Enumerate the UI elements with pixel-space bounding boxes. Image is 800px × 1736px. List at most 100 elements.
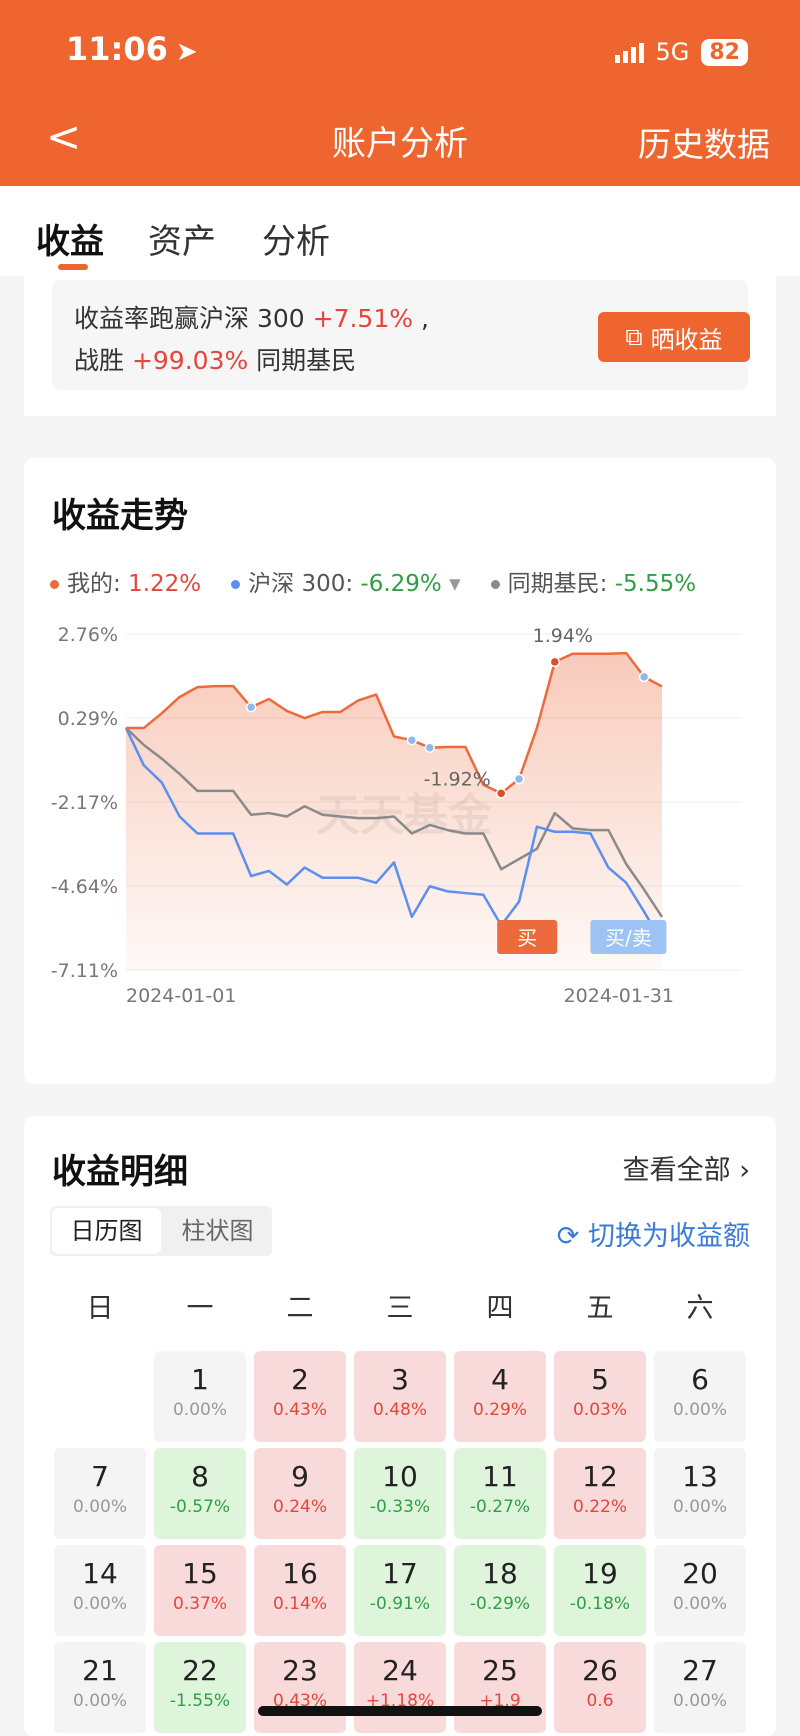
trade-marker [495,788,507,799]
day-return: 0.00% [72,1497,127,1517]
day-number: 4 [491,1363,509,1396]
day-return: 0.48% [372,1400,427,1420]
weekday-label: 一 [186,1293,214,1324]
history-data-button[interactable]: 历史数据 [638,118,770,166]
legend-value: -5.55% [614,571,697,597]
weekday-label: 六 [686,1293,714,1324]
calendar-day-cell[interactable]: 21 0.00% [54,1642,146,1733]
calendar-day-cell[interactable]: 12 0.22% [554,1448,646,1539]
day-number: 9 [291,1460,309,1493]
calendar-day-cell[interactable]: 27 0.00% [654,1642,746,1733]
day-number: 13 [682,1460,718,1493]
calendar-day-cell[interactable]: 4 0.29% [454,1351,546,1442]
day-return: 0.14% [272,1594,327,1614]
weekday-label: 二 [286,1293,314,1324]
trade-marker [245,701,257,713]
day-return: 0.24% [272,1497,327,1517]
weekday-header: 日一二三四五六 [50,1286,750,1325]
calendar-day-cell[interactable]: 7 0.00% [54,1448,146,1539]
day-return: 0.00% [72,1691,127,1711]
day-number: 5 [591,1363,609,1396]
calendar-day-cell[interactable]: 14 0.00% [54,1545,146,1636]
income-calendar: 1 0.00% 2 0.43% 3 0.48% 4 0.29% 5 0.03% 6 0.00% 7 0.0… [50,1348,750,1736]
tab-assets[interactable]: 资产 [148,214,216,263]
calendar-day-cell[interactable]: 16 0.14% [254,1545,346,1636]
status-time-text: 11:06 [66,30,168,68]
buy-sell-tag-label: 买/卖 [605,926,652,950]
calendar-day-cell[interactable]: 11 -0.27% [454,1448,546,1539]
day-number: 17 [382,1557,418,1590]
calendar-day-cell[interactable]: 13 0.00% [654,1448,746,1539]
calendar-day-cell[interactable]: 18 -0.29% [454,1545,546,1636]
app-header: 11:06 ➤ 5G 82 < 账户分析 历史数据 [0,0,800,186]
y-tick-label: -7.11% [51,960,118,982]
day-number: 14 [82,1557,118,1590]
legend-mine[interactable]: 我的: 1.22% [50,564,201,598]
compare-line1-label: 收益率跑赢沪深 300 [74,304,313,333]
day-return: -0.18% [569,1594,631,1614]
calendar-day-cell[interactable]: 19 -0.18% [554,1545,646,1636]
switch-to-amount-button[interactable]: ⟳ 切换为收益额 [557,1214,750,1253]
day-number: 6 [691,1363,709,1396]
day-number: 24 [382,1654,418,1687]
calendar-day-cell[interactable]: 17 -0.91% [354,1545,446,1636]
calendar-day-cell[interactable]: 15 0.37% [154,1545,246,1636]
tab-analysis[interactable]: 分析 [262,214,330,263]
day-return: 0.00% [172,1400,227,1420]
calendar-day-cell[interactable]: 6 0.00% [654,1351,746,1442]
calendar-day-cell[interactable]: 8 -0.57% [154,1448,246,1539]
legend-peers[interactable]: 同期基民: -5.55% [490,564,697,598]
buy-tag-label: 买 [517,926,537,950]
detail-title: 收益明细 [52,1152,188,1192]
day-number: 11 [482,1460,518,1493]
calendar-day-cell[interactable]: 5 0.03% [554,1351,646,1442]
day-return: 0.29% [472,1400,527,1420]
day-return: 0.03% [572,1400,627,1420]
compare-line2-label: 战胜 [74,346,132,375]
legend-label: 同期基民: [507,571,615,597]
view-all-link[interactable]: 查看全部 › [623,1148,750,1187]
calendar-day-cell[interactable]: 2 0.43% [254,1351,346,1442]
tab-active-indicator [58,264,88,270]
day-return: 0.22% [572,1497,627,1517]
compare-text: 收益率跑赢沪深 300 +7.51% , 战胜 +99.03% 同期基民 [74,298,429,382]
beat-hs300-value: +7.51% [312,304,413,333]
legend-value: 1.22% [128,571,202,597]
status-bar-right: 5G 82 [614,38,748,66]
x-tick-label: 2024-01-31 [564,985,674,1007]
day-return: 0.00% [672,1691,727,1711]
income-trend-chart[interactable]: 2.76% 0.29% -2.17% -4.64% -7.11% 2024-01-01 20… [24,608,776,1028]
day-number: 25 [482,1654,518,1687]
bar-view-tab[interactable]: 柱状图 [163,1206,272,1256]
trade-marker [549,656,561,668]
legend-hs300[interactable]: 沪深 300: -6.29% ▾ [231,564,461,598]
day-return: 0.43% [272,1400,327,1420]
weekday-label: 四 [486,1293,514,1324]
refresh-icon: ⟳ [556,1221,588,1252]
calendar-day-cell[interactable]: 24 +1.18% [354,1642,446,1733]
compare-line1-tail: , [413,304,429,333]
home-indicator [258,1706,542,1716]
calendar-day-cell[interactable]: 25 +1.9 [454,1642,546,1733]
calendar-day-cell[interactable]: 10 -0.33% [354,1448,446,1539]
calendar-day-cell[interactable]: 3 0.48% [354,1351,446,1442]
day-return: 0.00% [72,1594,127,1614]
tab-income[interactable]: 收益 [36,214,104,263]
y-tick-label: -2.17% [51,792,118,814]
calendar-view-tab[interactable]: 日历图 [52,1208,161,1254]
calendar-day-cell[interactable]: 26 0.6 [554,1642,646,1733]
calendar-day-cell[interactable]: 20 0.00% [654,1545,746,1636]
calendar-day-cell[interactable]: 22 -1.55% [154,1642,246,1733]
day-return: 0.00% [672,1400,727,1420]
day-return: 0.00% [672,1594,727,1614]
mine-area-fill [126,653,662,970]
calendar-day-cell[interactable]: 23 0.43% [254,1642,346,1733]
calendar-day-cell[interactable]: 1 0.00% [154,1351,246,1442]
dropdown-triangle-icon: ▾ [449,571,461,597]
trade-marker [406,734,418,746]
day-number: 26 [582,1654,618,1687]
day-return: -1.55% [169,1691,231,1711]
day-number: 16 [282,1557,318,1590]
share-income-button[interactable]: ⧉ 晒收益 [598,312,750,362]
calendar-day-cell[interactable]: 9 0.24% [254,1448,346,1539]
